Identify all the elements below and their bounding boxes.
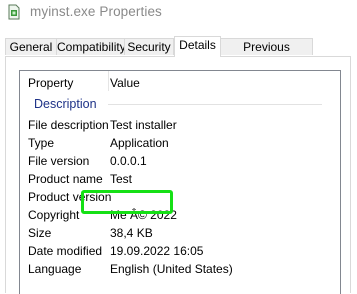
row-value-type: Application — [110, 136, 169, 150]
row-label-size[interactable]: Size — [28, 226, 51, 240]
tab-details[interactable]: Details — [174, 36, 221, 57]
row-label-file-version[interactable]: File version — [28, 154, 89, 168]
group-heading-description: Description — [34, 97, 97, 111]
row-value-file-description: Test installer — [110, 118, 177, 132]
row-label-type[interactable]: Type — [28, 136, 54, 150]
row-value-size: 38,4 KB — [110, 226, 153, 240]
details-panel: Property Value Description File descript… — [5, 56, 351, 294]
row-label-language[interactable]: Language — [28, 262, 81, 276]
column-header-value[interactable]: Value — [110, 76, 140, 90]
column-divider[interactable] — [108, 71, 109, 91]
copyright-highlight-box — [81, 190, 173, 214]
group-divider — [108, 104, 322, 105]
installer-file-icon — [6, 4, 22, 20]
tab-compatibility[interactable]: Compatibility — [56, 38, 126, 55]
column-header-property[interactable]: Property — [28, 76, 73, 90]
row-value-language: English (United States) — [110, 262, 233, 276]
details-list[interactable]: Property Value Description File descript… — [19, 70, 341, 294]
tab-previous-versions[interactable]: Previous Versions — [220, 38, 313, 70]
tab-general[interactable]: General — [5, 38, 57, 55]
title-bar: myinst.exe Properties — [0, 0, 357, 26]
row-value-product-name: Test — [110, 172, 133, 186]
row-label-copyright[interactable]: Copyright — [28, 208, 79, 222]
window-title: myinst.exe Properties — [30, 4, 162, 19]
row-label-file-description[interactable]: File description — [28, 118, 109, 132]
tab-strip: General Compatibility Security Details P… — [0, 36, 357, 70]
row-label-product-name[interactable]: Product name — [28, 172, 103, 186]
tab-security[interactable]: Security — [124, 38, 174, 55]
row-value-file-version: 0.0.0.1 — [110, 154, 147, 168]
row-label-date-modified[interactable]: Date modified — [28, 244, 102, 258]
row-value-date-modified: 19.09.2022 16:05 — [110, 244, 204, 258]
